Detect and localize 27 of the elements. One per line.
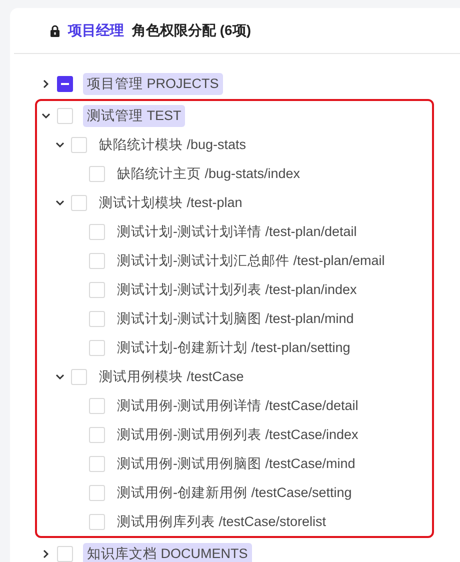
checkbox[interactable] (57, 76, 73, 92)
tree-item-label[interactable]: 测试用例-测试用例脑图 /testCase/mind (117, 454, 356, 472)
tree-item-label[interactable]: 缺陷统计模块 /bug-stats (99, 136, 246, 154)
tree-item-label[interactable]: 测试计划-测试计划列表 /test-plan/index (117, 280, 357, 298)
tree-item-label[interactable]: 测试用例库列表 /testCase/storelist (117, 512, 326, 530)
tree-item-label[interactable]: 测试用例模块 /testCase (99, 368, 244, 386)
tree-item-label[interactable]: 测试计划-测试计划详情 /test-plan/detail (117, 222, 357, 240)
tree-item-label[interactable]: 测试计划-测试计划脑图 /test-plan/mind (117, 310, 354, 328)
tree-item-label[interactable]: 知识库文档 DOCUMENTS (83, 542, 252, 562)
tree-item-label[interactable]: 测试用例-测试用例详情 /testCase/detail (117, 396, 358, 414)
chevron-right-icon[interactable] (41, 548, 51, 558)
tree-item-label[interactable]: 测试计划模块 /test-plan (99, 194, 242, 212)
tree-item-label[interactable]: 测试用例-测试用例列表 /testCase/index (117, 426, 358, 444)
tree-item-label[interactable]: 缺陷统计主页 /bug-stats/index (117, 164, 300, 182)
chevron-down-icon[interactable] (55, 198, 65, 208)
chevron-down-icon[interactable] (55, 372, 65, 382)
role-name: 项目经理 (68, 22, 124, 40)
panel-title: 角色权限分配 (6项) (132, 22, 251, 40)
tree-item-label[interactable]: 测试计划-创建新计划 /test-plan/setting (117, 338, 350, 356)
chevron-right-icon[interactable] (41, 78, 51, 88)
lock-icon (50, 24, 60, 36)
chevron-down-icon[interactable] (55, 140, 65, 150)
chevron-down-icon[interactable] (41, 110, 51, 120)
tree-item-label[interactable]: 测试计划-测试计划汇总邮件 /test-plan/email (117, 252, 385, 270)
tree-item-label[interactable]: 测试管理 TEST (83, 104, 186, 126)
tree-item-label[interactable]: 项目管理 PROJECTS (83, 72, 223, 94)
tree-item-label[interactable]: 测试用例-创建新用例 /testCase/setting (117, 484, 352, 502)
